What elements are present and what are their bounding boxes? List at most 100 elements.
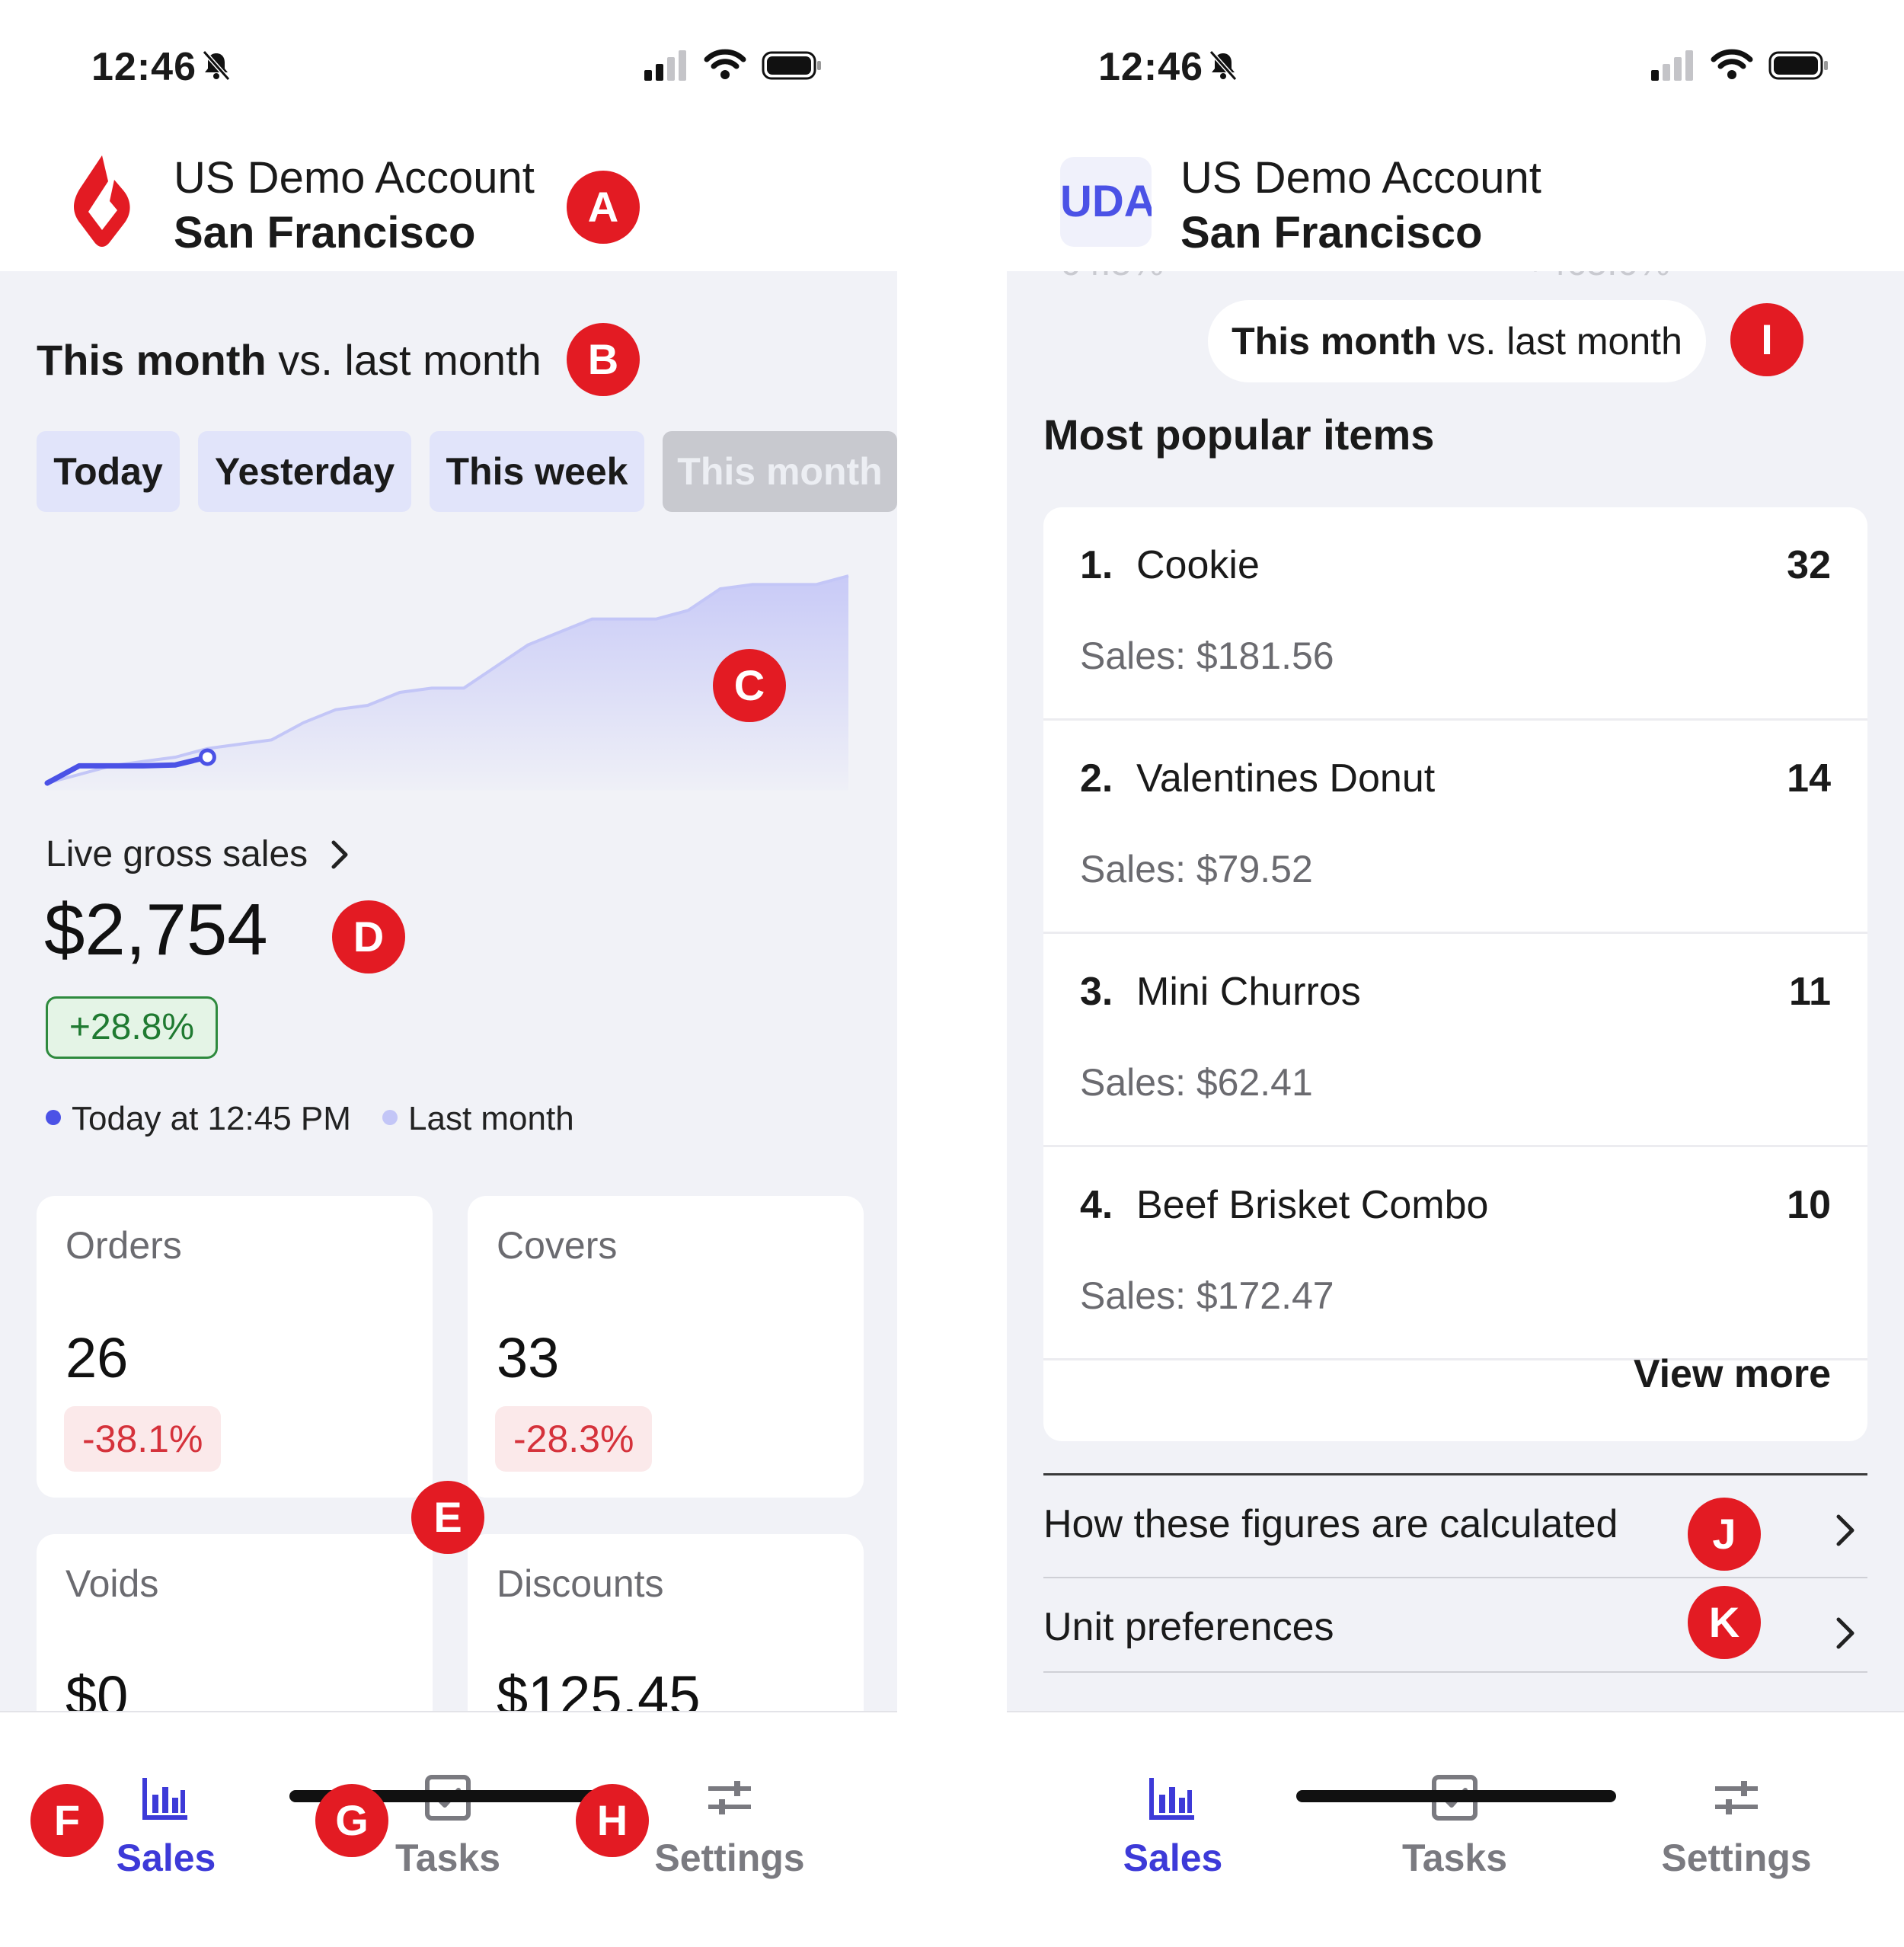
annotation-badge-e: E <box>411 1481 484 1554</box>
view-more-link[interactable]: View more <box>1634 1351 1831 1397</box>
status-time: 12:46 <box>91 45 196 89</box>
item-rank: 2. <box>1080 756 1113 801</box>
item-count: 10 <box>1787 1183 1831 1227</box>
period-tab-yesterday[interactable]: Yesterday <box>198 431 411 512</box>
annotation-badge-k: K <box>1688 1586 1761 1659</box>
metric-label: Orders <box>65 1224 182 1267</box>
legend-item-last-month: Last month <box>382 1100 574 1138</box>
bar-chart-icon <box>142 1778 187 1820</box>
popular-items-screen: 64.5% +465.6% This month vs. last month … <box>1007 271 1904 1711</box>
metric-card-discounts[interactable]: Discounts $125.45 <box>468 1534 864 1711</box>
link-label: Unit preferences <box>1043 1605 1334 1649</box>
legend-label-today: Today at 12:45 PM <box>72 1100 351 1137</box>
item-rank: 4. <box>1080 1183 1113 1227</box>
metric-label: Covers <box>497 1224 618 1267</box>
item-name: Mini Churros <box>1136 970 1361 1014</box>
home-indicator[interactable] <box>1296 1790 1616 1802</box>
bottom-tab-bar: Sales Tasks Settings <box>0 1711 897 1947</box>
chevron-right-icon[interactable] <box>326 835 353 874</box>
metric-label: Voids <box>65 1562 159 1605</box>
right-screen: 12:46 UDA US Demo Account San Francisco … <box>1007 0 1904 1947</box>
metric-change-badge: -28.3% <box>495 1406 653 1472</box>
wifi-icon <box>704 49 746 79</box>
metric-value: 33 <box>497 1326 560 1389</box>
live-gross-sales-link[interactable]: Live gross sales <box>46 833 308 875</box>
bar-chart-icon <box>1149 1778 1194 1820</box>
status-bar: 12:46 <box>1007 0 1904 114</box>
metric-change-badge: -38.1% <box>64 1406 222 1472</box>
period-title-compare: vs. last month <box>266 336 541 384</box>
annotation-badge-g: G <box>315 1784 388 1857</box>
account-header[interactable]: UDA US Demo Account San Francisco <box>1007 114 1904 271</box>
metric-value: 26 <box>65 1326 129 1389</box>
metric-label: Discounts <box>497 1562 664 1605</box>
period-tab-today[interactable]: Today <box>37 431 180 512</box>
annotation-badge-d: D <box>332 900 405 973</box>
sliders-icon <box>1715 1781 1758 1814</box>
account-header[interactable]: US Demo Account San Francisco <box>0 114 897 271</box>
tab-settings[interactable]: Settings <box>1645 1712 1828 1879</box>
legend-dot-today <box>46 1110 61 1126</box>
list-divider <box>1043 1671 1867 1673</box>
battery-icon <box>1768 51 1828 80</box>
item-sales: Sales: $79.52 <box>1080 848 1313 890</box>
account-name: US Demo Account <box>1180 153 1541 203</box>
cellular-signal-icon <box>1651 50 1693 81</box>
account-title: US Demo Account San Francisco <box>174 151 535 261</box>
wifi-icon <box>1711 49 1753 79</box>
period-tab-this-week[interactable]: This week <box>430 431 644 512</box>
period-comparison-pill[interactable]: This month vs. last month <box>1208 300 1706 382</box>
item-sales: Sales: $181.56 <box>1080 635 1334 677</box>
cellular-signal-icon <box>644 50 686 81</box>
chevron-right-icon <box>1836 1617 1854 1649</box>
list-item[interactable]: 4. Beef Brisket Combo 10 Sales: $172.47 <box>1043 1147 1867 1360</box>
tab-sales[interactable]: Sales <box>1081 1712 1264 1879</box>
metric-card-voids[interactable]: Voids $0 <box>37 1534 433 1711</box>
sales-change-badge: +28.8% <box>46 996 218 1059</box>
metric-value: $125.45 <box>497 1664 701 1711</box>
left-screen: 12:46 US Demo Account San Francisco This… <box>0 0 897 1947</box>
section-title: Most popular items <box>1043 411 1435 459</box>
scrolled-value-right: +465.6% <box>1525 271 1723 294</box>
period-title-current: This month <box>37 336 267 384</box>
pill-current: This month <box>1232 320 1437 363</box>
legend-label-last-month: Last month <box>408 1100 574 1137</box>
account-title: US Demo Account San Francisco <box>1180 151 1541 261</box>
item-rank: 3. <box>1080 970 1113 1014</box>
list-item[interactable]: 3. Mini Churros 11 Sales: $62.41 <box>1043 934 1867 1147</box>
pill-compare: vs. last month <box>1436 320 1682 363</box>
tab-label: Settings <box>1661 1837 1812 1879</box>
account-location: San Francisco <box>174 208 476 257</box>
item-sales: Sales: $172.47 <box>1080 1274 1334 1317</box>
current-point-marker <box>198 748 216 766</box>
status-time: 12:46 <box>1098 45 1203 89</box>
item-name: Valentines Donut <box>1136 756 1436 801</box>
metric-card-covers[interactable]: Covers 33 -28.3% <box>468 1196 864 1498</box>
tab-sales[interactable]: Sales <box>75 1712 257 1879</box>
item-rank: 1. <box>1080 543 1113 587</box>
bottom-tab-bar: Sales Tasks Settings <box>1007 1711 1904 1947</box>
metric-value: $0 <box>65 1664 129 1711</box>
annotation-badge-a: A <box>567 171 640 244</box>
annotation-badge-b: B <box>567 323 640 396</box>
list-item[interactable]: 1. Cookie 32 Sales: $181.56 <box>1043 507 1867 721</box>
tab-label: Sales <box>116 1837 216 1879</box>
annotation-badge-j: J <box>1688 1498 1761 1571</box>
tab-tasks[interactable]: Tasks <box>356 1712 539 1879</box>
battery-icon <box>762 51 821 80</box>
item-name: Cookie <box>1136 543 1260 587</box>
tab-settings[interactable]: Settings <box>638 1712 821 1879</box>
annotation-badge-i: I <box>1730 303 1803 376</box>
annotation-badge-c: C <box>713 649 786 722</box>
account-name: US Demo Account <box>174 153 535 203</box>
legend-item-today: Today at 12:45 PM <box>46 1100 351 1138</box>
annotation-badge-f: F <box>30 1784 104 1857</box>
status-bar: 12:46 <box>0 0 897 114</box>
tab-tasks[interactable]: Tasks <box>1363 1712 1546 1879</box>
chevron-right-icon <box>1836 1514 1854 1546</box>
item-count: 11 <box>1789 970 1831 1014</box>
metric-card-orders[interactable]: Orders 26 -38.1% <box>37 1196 433 1498</box>
list-item[interactable]: 2. Valentines Donut 14 Sales: $79.52 <box>1043 721 1867 934</box>
tab-label: Sales <box>1123 1837 1223 1879</box>
item-sales: Sales: $62.41 <box>1080 1061 1313 1104</box>
